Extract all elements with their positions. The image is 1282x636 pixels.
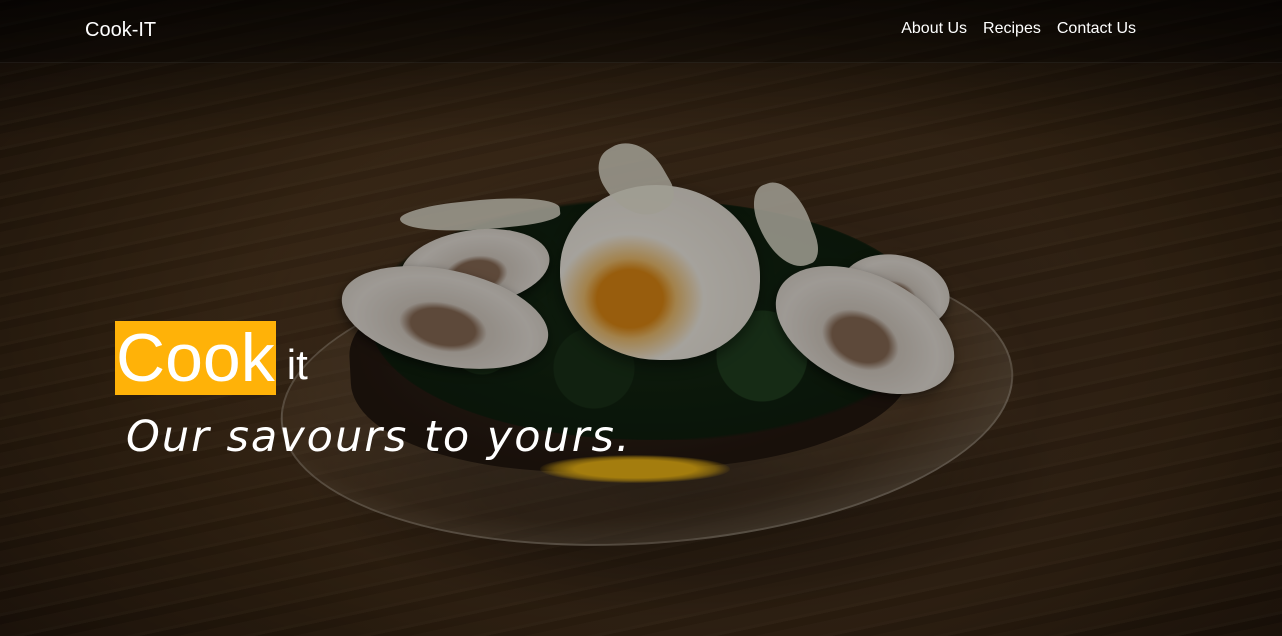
hero-tagline: Our savours to yours. [126, 412, 632, 462]
navbar: Cook-IT About Us Recipes Contact Us [0, 0, 1282, 63]
nav-link-about-us[interactable]: About Us [901, 20, 967, 38]
nav-links: About Us Recipes Contact Us [901, 20, 1136, 38]
hero-highlight-word: Cook [115, 320, 276, 396]
hero-rest-word: it [286, 341, 308, 388]
nav-link-contact-us[interactable]: Contact Us [1057, 20, 1136, 38]
nav-link-recipes[interactable]: Recipes [983, 20, 1041, 38]
brand-link[interactable]: Cook-IT [85, 19, 156, 42]
dark-overlay [0, 0, 1282, 636]
hero-title: Cook it [115, 321, 308, 395]
hero-section: Cook-IT About Us Recipes Contact Us Cook… [0, 0, 1282, 636]
